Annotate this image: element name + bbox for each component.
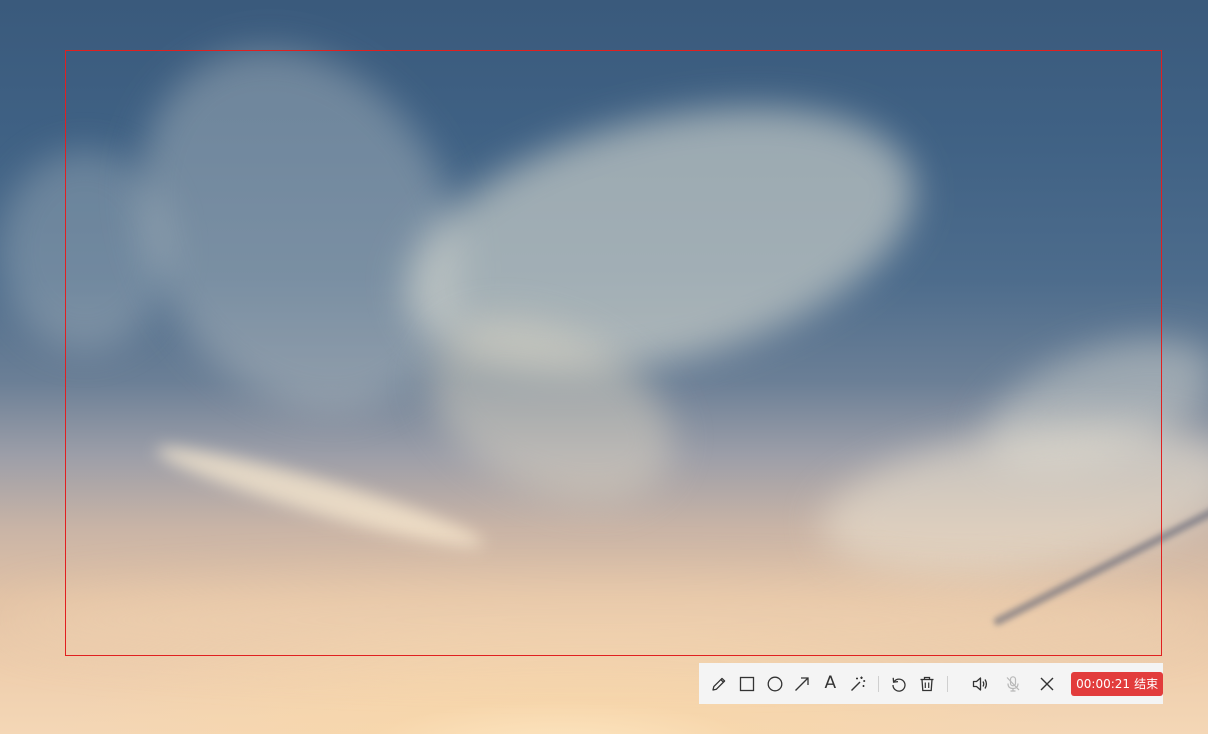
rectangle-icon — [739, 676, 754, 691]
ellipse-tool-button[interactable] — [761, 670, 789, 698]
system-audio-toggle[interactable] — [966, 670, 994, 698]
clear-annotations-button[interactable] — [913, 670, 941, 698]
text-icon: A — [824, 673, 837, 693]
recording-region-frame[interactable] — [65, 50, 1162, 656]
microphone-icon — [1006, 675, 1020, 692]
toolbar-divider — [946, 675, 948, 692]
speaker-icon — [972, 676, 987, 691]
circle-icon — [767, 676, 783, 691]
pencil-icon — [712, 677, 726, 691]
end-recording-label: 结束 — [1134, 677, 1159, 691]
recording-timer: 00:00:21 — [1076, 676, 1131, 691]
close-icon — [1040, 677, 1054, 690]
microphone-toggle[interactable] — [1000, 670, 1028, 698]
pen-tool-button[interactable] — [705, 670, 733, 698]
screen-recorder-toolbar: A 00:00:21 结束 — [699, 663, 1164, 704]
arrow-tool-button[interactable] — [789, 670, 817, 698]
text-tool-button[interactable]: A — [816, 670, 844, 698]
highlight-tool-button[interactable] — [844, 670, 872, 698]
toolbar-divider — [878, 675, 880, 692]
end-recording-button[interactable]: 00:00:21 结束 — [1071, 671, 1164, 696]
undo-icon — [892, 677, 906, 692]
magic-wand-icon — [851, 676, 866, 691]
undo-button[interactable] — [885, 670, 913, 698]
close-button[interactable] — [1033, 670, 1061, 698]
trash-icon — [920, 676, 934, 691]
arrow-icon — [795, 676, 810, 691]
rectangle-tool-button[interactable] — [733, 670, 761, 698]
